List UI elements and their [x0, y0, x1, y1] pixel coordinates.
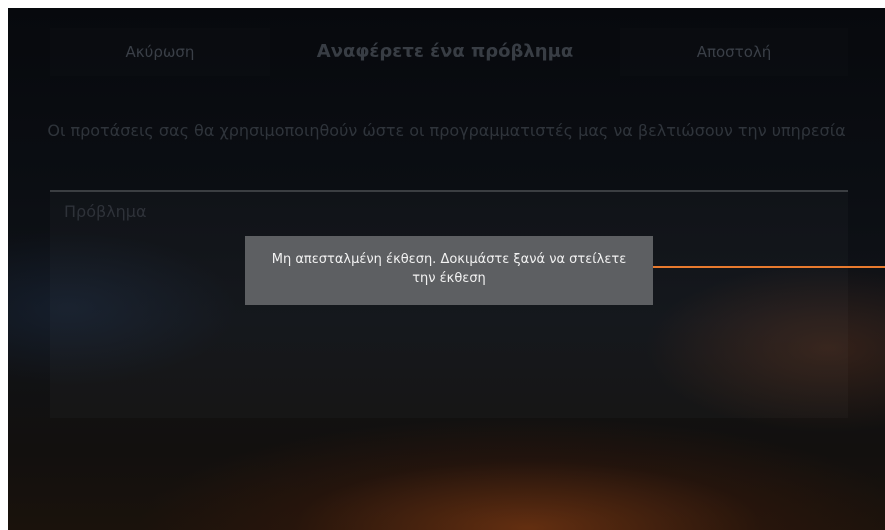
page-title: Αναφέρετε ένα πρόβλημα [316, 41, 574, 62]
focus-indicator-line [630, 266, 885, 268]
cancel-button[interactable]: Ακύρωση [50, 28, 270, 76]
toast-message: Μη απεσταλμένη έκθεση. Δοκιμάστε ξανά να… [271, 252, 627, 286]
description-text: Οι προτάσεις σας θα χρησιμοποιηθούν ώστε… [47, 121, 846, 140]
problem-placeholder: Πρόβλημα [64, 202, 147, 221]
send-button[interactable]: Αποστολή [620, 28, 848, 76]
error-toast: Μη απεσταλμένη έκθεση. Δοκιμάστε ξανά να… [245, 236, 653, 305]
header-bar: Ακύρωση Αναφέρετε ένα πρόβλημα Αποστολή [8, 8, 885, 88]
report-problem-screen: Ακύρωση Αναφέρετε ένα πρόβλημα Αποστολή … [8, 8, 885, 530]
